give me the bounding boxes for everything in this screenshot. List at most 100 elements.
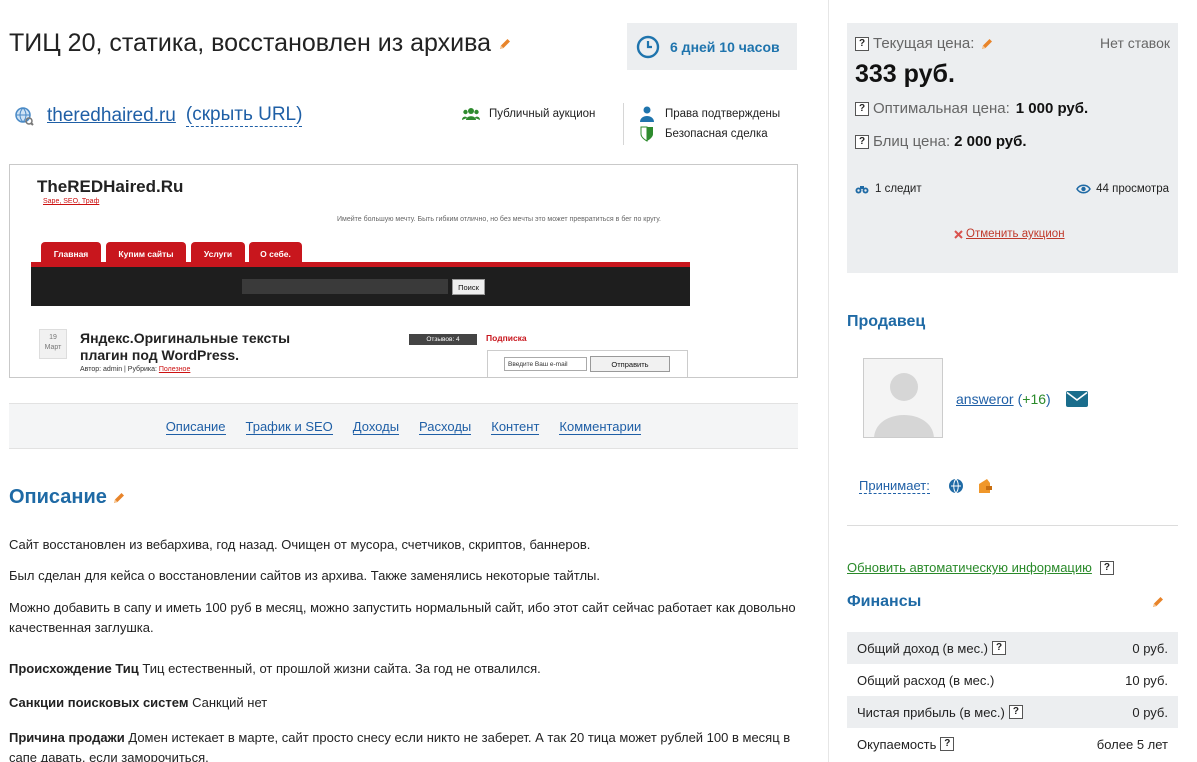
reason-label: Причина продажи	[9, 730, 125, 745]
current-price: 333 руб.	[855, 60, 955, 88]
seller-name-link[interactable]: answeror	[956, 391, 1014, 407]
binoculars-icon	[855, 186, 869, 194]
shot-slogan: Sape, SEO, Траф	[43, 198, 100, 205]
finance-expense-value: 10 руб.	[1125, 672, 1168, 688]
watchers-count: 1 следит	[875, 183, 922, 195]
optimal-price: 1 000 руб.	[1015, 100, 1089, 117]
badge-public: Публичный аукцион	[462, 104, 595, 124]
help-icon[interactable]: ?	[855, 134, 869, 149]
finance-income-value: 0 руб.	[1132, 640, 1168, 656]
shot-email-input: Введите Ваш e-mail	[504, 357, 587, 371]
update-info-link[interactable]: Обновить автоматическую информацию	[847, 560, 1092, 575]
description-heading-text: Описание	[9, 486, 107, 508]
accepts-label[interactable]: Принимает:	[859, 478, 930, 494]
price-panel: ? Текущая цена: Нет ставок 333 руб. ? Оп…	[847, 23, 1178, 273]
seller-rating: (+16)	[1018, 391, 1051, 407]
finance-income-label: Общий доход (в мес.)	[857, 640, 989, 656]
rating-close: )	[1046, 391, 1051, 407]
column-divider	[828, 0, 829, 762]
no-bids: Нет ставок	[1100, 35, 1170, 51]
pencil-icon[interactable]	[980, 37, 994, 51]
blitz-price-label: Блиц цена:	[873, 133, 951, 150]
webmoney-icon	[948, 478, 963, 494]
shot-search-button: Поиск	[452, 279, 485, 295]
badge-rights-label: Права подтверждены	[665, 108, 781, 120]
site-url-row: theredhaired.ru (скрыть URL)	[14, 104, 303, 127]
site-url-link[interactable]: theredhaired.ru	[47, 105, 176, 127]
finance-payback-value: более 5 лет	[1096, 736, 1168, 752]
help-icon[interactable]: ?	[1008, 705, 1023, 719]
optimal-price-row: ? Оптимальная цена: 1 000 руб.	[855, 100, 1088, 117]
badge-divider	[623, 103, 624, 145]
shot-motto: Имейте большую мечту. Быть гибким отличн…	[337, 216, 661, 223]
help-icon[interactable]: ?	[992, 641, 1007, 655]
help-icon[interactable]: ?	[940, 737, 955, 751]
cancel-auction-link[interactable]: Отменить аукцион	[954, 228, 1065, 240]
section-divider	[847, 525, 1178, 526]
sanctions-row: Санкции поисковых систем Санкций нет	[9, 693, 799, 713]
shot-post-author: Автор: admin | Рубрика: Полезное	[80, 366, 190, 373]
cancel-auction-label: Отменить аукцион	[966, 228, 1065, 240]
finance-row: Окупаемость? более 5 лет	[847, 728, 1178, 760]
section-tabs: Описание Трафик и SEO Доходы Расходы Кон…	[9, 403, 798, 449]
blitz-price: 2 000 руб.	[954, 133, 1027, 150]
pencil-icon[interactable]	[1151, 595, 1165, 609]
globe-link-icon	[15, 106, 34, 126]
shot-date-day: 19	[49, 334, 57, 341]
description-heading: Описание	[9, 486, 126, 509]
sanctions-label: Санкции поисковых систем	[9, 695, 189, 710]
envelope-icon[interactable]	[1065, 391, 1088, 407]
origin-label: Происхождение Тиц	[9, 661, 139, 676]
tab-description[interactable]: Описание	[165, 417, 226, 435]
reason-text: Домен истекает в марте, сайт просто снес…	[9, 730, 791, 762]
shot-subscribe: Подписка	[486, 333, 527, 343]
help-icon[interactable]: ?	[855, 101, 869, 116]
yandex-money-icon	[978, 479, 992, 493]
tab-traffic-seo[interactable]: Трафик и SEO	[245, 417, 333, 435]
description-p3: Можно добавить в сапу и иметь 100 руб в …	[9, 600, 796, 635]
tab-expenses[interactable]: Расходы	[419, 417, 472, 435]
shot-post-title: Яндекс.Оригинальные тексты плагин под Wo…	[80, 330, 291, 363]
shield-icon	[638, 126, 656, 142]
avatar[interactable]	[863, 358, 943, 438]
sanctions-text: Санкций нет	[188, 695, 268, 710]
group-icon	[462, 106, 480, 122]
current-price-label-row: ? Текущая цена:	[855, 35, 994, 52]
tab-comments[interactable]: Комментарии	[559, 417, 642, 435]
finance-heading: Финансы	[847, 593, 922, 610]
shot-search-input	[242, 279, 448, 294]
optimal-price-label: Оптимальная цена:	[873, 100, 1010, 117]
cross-icon	[954, 229, 963, 239]
finance-row: Чистая прибыль (в мес.)? 0 руб.	[847, 696, 1178, 728]
shot-post-date: 19 Март	[39, 329, 67, 359]
site-screenshot[interactable]: TheREDHaired.Ru Sape, SEO, Траф Имейте б…	[9, 164, 798, 378]
help-icon[interactable]: ?	[855, 36, 869, 51]
shot-logo: TheREDHaired.Ru	[37, 177, 184, 196]
tab-content[interactable]: Контент	[491, 417, 540, 435]
finance-profit-label: Чистая прибыль (в мес.)	[857, 704, 1005, 720]
pencil-icon[interactable]	[498, 37, 512, 51]
shot-author-category: Полезное	[158, 366, 191, 373]
finance-table: Общий доход (в мес.)? 0 руб. Общий расхо…	[847, 632, 1178, 760]
seller-info: answeror (+16)	[956, 391, 1088, 407]
description-p2: Был сделан для кейса о восстановлении са…	[9, 568, 601, 583]
tab-income[interactable]: Доходы	[352, 417, 400, 435]
origin-text: Тиц естественный, от прошлой жизни сайта…	[138, 661, 541, 676]
origin-row: Происхождение Тиц Тиц естественный, от п…	[9, 659, 799, 679]
time-left-badge: 6 дней 10 часов	[627, 23, 797, 70]
help-icon[interactable]: ?	[1099, 560, 1114, 575]
views-count: 44 просмотра	[1096, 183, 1169, 195]
badge-trust: Права подтверждены Безопасная сделка	[638, 104, 780, 144]
seller-heading: Продавец	[847, 313, 926, 330]
watchers-stat[interactable]: 1 следит	[855, 183, 922, 195]
shot-reviews: Отзывов: 4	[409, 334, 477, 345]
finance-payback-label: Окупаемость	[857, 736, 937, 752]
rating-value: +16	[1022, 391, 1047, 407]
pencil-icon[interactable]	[112, 491, 126, 505]
description-p1: Сайт восстановлен из вебархива, год наза…	[9, 537, 591, 552]
finance-row: Общий расход (в мес.) 10 руб.	[847, 664, 1178, 696]
hide-url-link[interactable]: (скрыть URL)	[185, 104, 303, 127]
badge-public-label: Публичный аукцион	[489, 108, 596, 120]
finance-row: Общий доход (в мес.)? 0 руб.	[847, 632, 1178, 664]
finance-profit-value: 0 руб.	[1132, 704, 1168, 720]
